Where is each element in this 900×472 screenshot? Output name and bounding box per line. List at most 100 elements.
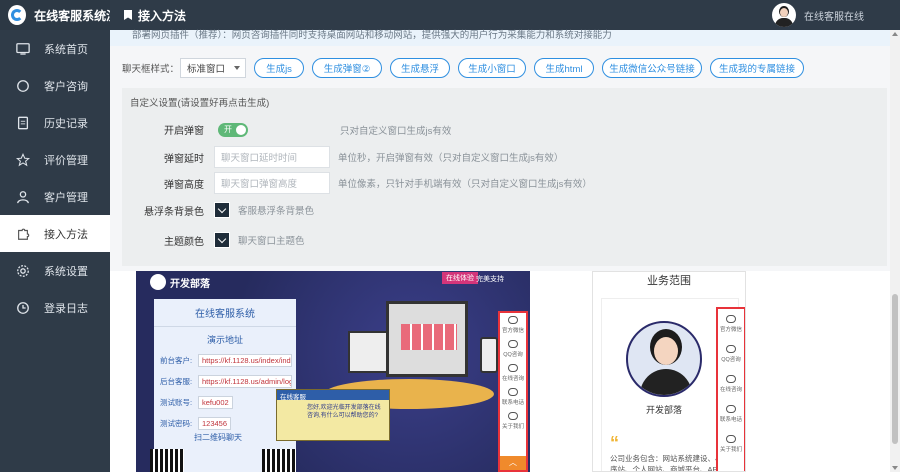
avatar: [626, 321, 702, 397]
app-title: 在线客服系统演: [34, 8, 110, 23]
intro-text: 部署网页插件（推荐）：网页咨询插件同时支持桌面网站和移动网站，提供强大的用户行为…: [110, 30, 900, 46]
chat-popup-body: 您好,欢迎光临开发部落在线咨询,有什么可以帮助您的?: [307, 405, 381, 419]
qr-code-icon: [262, 449, 296, 472]
preview-tag: 在线体验: [442, 272, 478, 284]
sidebar-item-integration[interactable]: 接入方法: [0, 215, 110, 252]
user-icon: [16, 190, 30, 204]
sidebar-item-history[interactable]: 历史记录: [0, 104, 110, 141]
generate-float-button[interactable]: 生成悬浮: [390, 58, 450, 78]
wechat-icon: [726, 315, 736, 323]
headset-icon: [508, 364, 518, 372]
scrollbar-thumb[interactable]: [892, 294, 898, 444]
generate-html-button[interactable]: 生成html: [534, 58, 594, 78]
float-bg-hint: 客服悬浮条背景色: [238, 206, 315, 217]
brand-logo-icon: [8, 5, 27, 25]
sidebar-item-label: 历史记录: [44, 117, 88, 130]
style-select-value: 标准窗口: [187, 64, 226, 75]
mobile-section-title: 业务范围: [647, 275, 691, 287]
custom-settings-title: 自定义设置(请设置好再点击生成): [130, 98, 270, 109]
delay-row: 弹窗延时 聊天窗口延时时间 单位秒，开启弹窗有效（只对自定义窗口生成js有效）: [122, 146, 563, 168]
scroll-down-icon[interactable]: [892, 466, 898, 470]
leaf-icon: [726, 435, 736, 443]
chevron-down-icon: [217, 204, 227, 214]
headset-icon: [726, 375, 736, 383]
caret-down-icon: [234, 66, 240, 70]
theme-label: 主题颜色: [164, 236, 204, 248]
quote-icon: “: [610, 433, 619, 453]
theme-hint: 聊天窗口主题色: [238, 236, 305, 247]
chat-circle-icon: [16, 79, 30, 93]
delay-label: 弹窗延时: [164, 153, 204, 165]
demo-row: 前台客户: https://kf.1128.us/index/inde: [160, 354, 292, 367]
sidebar-item-label: 系统首页: [44, 43, 88, 56]
height-input[interactable]: 聊天窗口弹窗高度: [214, 172, 330, 194]
qr-label: 扫二维码聊天: [194, 433, 242, 442]
sidebar-item-login-log[interactable]: 登录日志: [0, 289, 110, 326]
chevron-down-icon: [217, 234, 227, 244]
height-hint: 单位像素，只针对手机端有效（只对自定义窗口生成js有效）: [338, 179, 592, 190]
float-item-qq[interactable]: QQ咨询: [500, 337, 526, 361]
generate-small-window-button[interactable]: 生成小窗口: [458, 58, 526, 78]
brand: 在线客服系统演: [0, 0, 110, 30]
sidebar-item-consult[interactable]: 客户咨询: [0, 67, 110, 104]
popup-label: 开启弹窗: [164, 126, 204, 137]
phone-icon: [508, 388, 518, 396]
float-toolbar: 官方微信 QQ咨询 在线咨询 联系电话 关于我们: [716, 307, 745, 471]
theme-row: 主题颜色 聊天窗口主题色: [122, 232, 305, 248]
scroll-up-icon[interactable]: [892, 32, 898, 36]
style-select[interactable]: 标准窗口: [180, 58, 246, 78]
float-item-wechat[interactable]: 官方微信: [500, 313, 526, 337]
mobile-preview: 业务范围 开发部落 “ 公司业务包含：网站系统建设、小程序站、个人网站、商城平台…: [592, 271, 746, 472]
sidebar-item-customers[interactable]: 客户管理: [0, 178, 110, 215]
float-item-online[interactable]: 在线咨询: [718, 369, 744, 399]
theme-color-picker[interactable]: [214, 232, 230, 248]
demo-card: 在线客服系统 演示地址 前台客户: https://kf.1128.us/ind…: [154, 299, 296, 472]
qq-icon: [726, 345, 736, 353]
delay-input[interactable]: 聊天窗口延时时间: [214, 146, 330, 168]
float-item-phone[interactable]: 联系电话: [718, 399, 744, 429]
page-title-text: 接入方法: [138, 8, 187, 23]
demo-row: 后台客服: https://kf.1128.us/admin/logi: [160, 375, 292, 388]
generate-js-button[interactable]: 生成js: [254, 58, 304, 78]
user-menu[interactable]: 在线客服在线: [772, 3, 864, 27]
mobile-card: 开发部落 “ 公司业务包含：网站系统建设、小程序站、个人网站、商城平台、APP …: [601, 298, 745, 472]
demo-row: 测试密码: 123456: [154, 417, 296, 430]
float-item-about[interactable]: 关于我们: [718, 429, 744, 459]
custom-settings: 自定义设置(请设置好再点击生成) 开启弹窗 开 只对自定义窗口生成js有效 弹窗…: [122, 88, 887, 266]
toggle-text: 开: [224, 124, 232, 134]
desktop-preview: 开发部落 在线体验 完美支持 在线客服系统 演示地址 前台客户: https:/…: [136, 271, 530, 472]
float-item-about[interactable]: 关于我们: [500, 409, 526, 433]
float-item-qq[interactable]: QQ咨询: [718, 339, 744, 369]
sidebar-item-home[interactable]: 系统首页: [0, 30, 110, 67]
float-bg-color-picker[interactable]: [214, 202, 230, 218]
generate-wechat-link-button[interactable]: 生成微信公众号链接: [602, 58, 702, 78]
style-label: 聊天框样式：: [122, 64, 180, 75]
qr-code-icon: [150, 449, 184, 472]
gear-icon: [16, 264, 30, 278]
float-toolbar: 官方微信 QQ咨询 在线咨询 联系电话 关于我们 ︿: [498, 311, 528, 472]
float-item-wechat[interactable]: 官方微信: [718, 309, 744, 339]
sidebar-item-rating[interactable]: 评价管理: [0, 141, 110, 178]
sidebar-item-settings[interactable]: 系统设置: [0, 252, 110, 289]
float-bg-row: 悬浮条背景色 客服悬浮条背景色: [122, 202, 314, 218]
sidebar-item-label: 接入方法: [44, 228, 88, 241]
avatar: [772, 3, 796, 27]
height-row: 弹窗高度 聊天窗口弹窗高度 单位像素，只针对手机端有效（只对自定义窗口生成js有…: [122, 172, 592, 194]
scroll-top-button[interactable]: ︿: [500, 456, 526, 470]
float-item-online[interactable]: 在线咨询: [500, 361, 526, 385]
popup-toggle[interactable]: 开: [218, 122, 248, 137]
sidebar-item-label: 系统设置: [44, 265, 88, 278]
popup-hint: 只对自定义窗口生成js有效: [340, 125, 452, 137]
mobile-text: 公司业务包含：网站系统建设、小程序站、个人网站、商城平台、APP: [610, 454, 730, 472]
phone-icon: [726, 405, 736, 413]
generate-popup-button[interactable]: 生成弹窗②: [312, 58, 382, 78]
style-row: 聊天框样式： 标准窗口 生成js 生成弹窗② 生成悬浮 生成小窗口 生成html…: [110, 56, 900, 80]
generate-personal-link-button[interactable]: 生成我的专属链接: [710, 58, 804, 78]
chat-popup: 在线客服 您好,欢迎光临开发部落在线咨询,有什么可以帮助您的?: [276, 389, 390, 441]
float-bg-label: 悬浮条背景色: [144, 206, 204, 218]
sidebar-item-label: 客户咨询: [44, 80, 88, 93]
scrollbar[interactable]: [890, 30, 900, 472]
preview-logo: 开发部落: [150, 274, 210, 290]
float-item-phone[interactable]: 联系电话: [500, 385, 526, 409]
document-icon: [16, 116, 30, 130]
